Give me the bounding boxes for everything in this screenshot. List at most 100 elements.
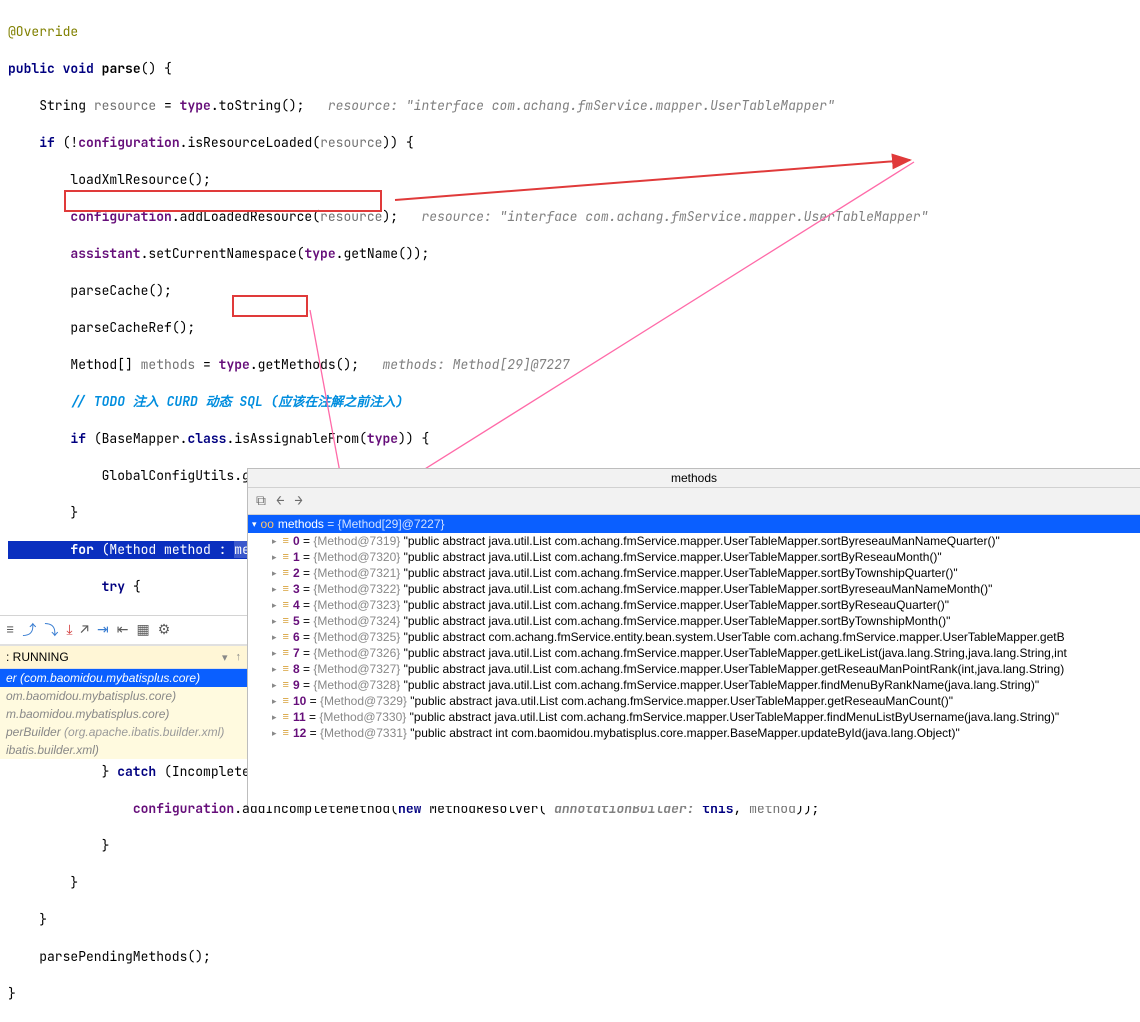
- method-signature: "public abstract java.util.List com.acha…: [404, 566, 958, 580]
- index: 1: [293, 550, 300, 564]
- index: 4: [293, 598, 300, 612]
- frame-class: er: [6, 671, 17, 685]
- tree-row[interactable]: ▸≡0 = {Method@7319} "public abstract jav…: [248, 533, 1140, 549]
- field-icon: ≡: [283, 615, 289, 627]
- index: 3: [293, 582, 300, 596]
- object-ref: {Method@7326}: [313, 646, 400, 660]
- tree-row[interactable]: ▸≡3 = {Method@7322} "public abstract jav…: [248, 581, 1140, 597]
- tree-row[interactable]: ▸≡11 = {Method@7330} "public abstract ja…: [248, 709, 1140, 725]
- code-line: parseCacheRef();: [8, 319, 1140, 338]
- expand-icon[interactable]: ▸: [272, 680, 277, 691]
- method-signature: "public abstract java.util.List com.acha…: [404, 534, 1000, 548]
- debug-variables-panel: methods ⧉ ← → ▾ oo methods = {Method[29]…: [247, 468, 1140, 806]
- field-icon: ≡: [283, 631, 289, 643]
- expand-icon[interactable]: ▸: [272, 696, 277, 707]
- code-line: // TODO 注入 CURD 动态 SQL (应该在注解之前注入): [8, 393, 1140, 412]
- code-line: public void parse() {: [8, 60, 1140, 79]
- back-icon[interactable]: ←: [276, 492, 284, 510]
- field-icon: ≡: [283, 679, 289, 691]
- stack-frame[interactable]: er (com.baomidou.mybatisplus.core): [0, 669, 247, 687]
- index: 7: [293, 646, 300, 660]
- step-over-icon[interactable]: ↗: [81, 621, 89, 639]
- stack-frame[interactable]: ibatis.builder.xml): [0, 741, 247, 759]
- tree-row[interactable]: ▸≡7 = {Method@7326} "public abstract jav…: [248, 645, 1140, 661]
- frame-class: m.baomidou.mybatisplus.core): [6, 707, 169, 721]
- object-ref: {Method@7330}: [319, 710, 406, 724]
- expand-icon[interactable]: ▸: [272, 632, 277, 643]
- grid-icon[interactable]: ▦: [136, 621, 149, 639]
- tree-row[interactable]: ▸≡5 = {Method@7324} "public abstract jav…: [248, 613, 1140, 629]
- field-icon: ≡: [283, 567, 289, 579]
- method-signature: "public abstract java.util.List com.acha…: [404, 646, 1067, 660]
- expand-icon[interactable]: ▸: [272, 584, 277, 595]
- thread-status[interactable]: : RUNNING ▾ ↑: [0, 645, 247, 669]
- expand-icon[interactable]: ▸: [272, 664, 277, 675]
- method-signature: "public abstract int com.baomidou.mybati…: [410, 726, 959, 740]
- debug-toolbar: ⧉ ← →: [248, 488, 1140, 515]
- code-line: }: [8, 985, 1140, 1004]
- object-ref: {Method@7321}: [313, 566, 400, 580]
- toggle-icon[interactable]: ≡: [6, 621, 14, 639]
- copy-icon[interactable]: ⧉: [256, 492, 266, 510]
- expand-icon[interactable]: ▸: [272, 712, 277, 723]
- tree-row[interactable]: ▸≡9 = {Method@7328} "public abstract jav…: [248, 677, 1140, 693]
- expand-icon[interactable]: ▸: [272, 568, 277, 579]
- var-name: methods: [278, 517, 324, 531]
- tree-row[interactable]: ▸≡4 = {Method@7323} "public abstract jav…: [248, 597, 1140, 613]
- index: 6: [293, 630, 300, 644]
- expand-icon[interactable]: ▸: [272, 616, 277, 627]
- index: 5: [293, 614, 300, 628]
- step-up-icon[interactable]: ⤴: [22, 620, 36, 640]
- expand-icon[interactable]: ▸: [272, 728, 277, 739]
- settings-icon[interactable]: ⚙: [158, 621, 171, 639]
- tree-row[interactable]: ▸≡6 = {Method@7325} "public abstract com…: [248, 629, 1140, 645]
- up-icon[interactable]: ↑: [236, 651, 242, 663]
- code-line: @Override: [8, 23, 1140, 42]
- stack-frames[interactable]: er (com.baomidou.mybatisplus.core)om.bao…: [0, 669, 247, 759]
- field-icon: ≡: [283, 711, 289, 723]
- debug-root-node[interactable]: ▾ oo methods = {Method[29]@7227}: [248, 515, 1140, 533]
- frame-package: (com.baomidou.mybatisplus.core): [20, 671, 200, 685]
- stack-frame[interactable]: om.baomidou.mybatisplus.core): [0, 687, 247, 705]
- object-ref: {Method@7331}: [320, 726, 407, 740]
- method-signature: "public abstract java.util.List com.acha…: [404, 598, 949, 612]
- code-line: parsePendingMethods();: [8, 948, 1140, 967]
- expand-icon[interactable]: ▸: [272, 552, 277, 563]
- tree-row[interactable]: ▸≡2 = {Method@7321} "public abstract jav…: [248, 565, 1140, 581]
- object-ref: {Method@7319}: [313, 534, 400, 548]
- debug-tree[interactable]: ▾ oo methods = {Method[29]@7227} ▸≡0 = {…: [248, 515, 1140, 806]
- index: 10: [293, 694, 306, 708]
- stack-frame[interactable]: perBuilder (org.apache.ibatis.builder.xm…: [0, 723, 247, 741]
- tree-row[interactable]: ▸≡10 = {Method@7329} "public abstract ja…: [248, 693, 1140, 709]
- field-icon: ≡: [283, 599, 289, 611]
- stack-frame[interactable]: m.baomidou.mybatisplus.core): [0, 705, 247, 723]
- index: 9: [293, 678, 300, 692]
- var-value: = {Method[29]@7227}: [327, 517, 444, 531]
- code-line: String resource = type.toString(); resou…: [8, 97, 1140, 116]
- tree-row[interactable]: ▸≡1 = {Method@7320} "public abstract jav…: [248, 549, 1140, 565]
- code-line: assistant.setCurrentNamespace(type.getNa…: [8, 245, 1140, 264]
- index: 12: [293, 726, 306, 740]
- frame-class: perBuilder: [6, 725, 61, 739]
- step-into-icon[interactable]: ⇥: [97, 621, 109, 639]
- object-ref: {Method@7325}: [313, 630, 400, 644]
- method-signature: "public abstract java.util.List com.acha…: [404, 678, 1039, 692]
- object-ref: {Method@7324}: [313, 614, 400, 628]
- debug-frames-toolbar: ≡ ⤴ ⤵ ⤓ ↗ ⇥ ⇤ ▦ ⚙: [0, 616, 247, 645]
- step-out-icon[interactable]: ⇤: [117, 621, 129, 639]
- expand-icon[interactable]: ▸: [272, 648, 277, 659]
- run-to-icon[interactable]: ⤓: [66, 621, 72, 639]
- field-icon: ≡: [283, 647, 289, 659]
- code-line: if (!configuration.isResourceLoaded(reso…: [8, 134, 1140, 153]
- tree-row[interactable]: ▸≡12 = {Method@7331} "public abstract in…: [248, 725, 1140, 741]
- forward-icon[interactable]: →: [294, 492, 302, 510]
- expand-icon[interactable]: ▾: [252, 519, 257, 530]
- expand-icon[interactable]: ▸: [272, 600, 277, 611]
- expand-icon[interactable]: ▸: [272, 536, 277, 547]
- object-ref: {Method@7322}: [313, 582, 400, 596]
- tree-row[interactable]: ▸≡8 = {Method@7327} "public abstract jav…: [248, 661, 1140, 677]
- field-icon: ≡: [283, 727, 289, 739]
- index: 8: [293, 662, 300, 676]
- step-down-icon[interactable]: ⤵: [44, 620, 58, 640]
- dropdown-icon[interactable]: ▾: [222, 651, 228, 664]
